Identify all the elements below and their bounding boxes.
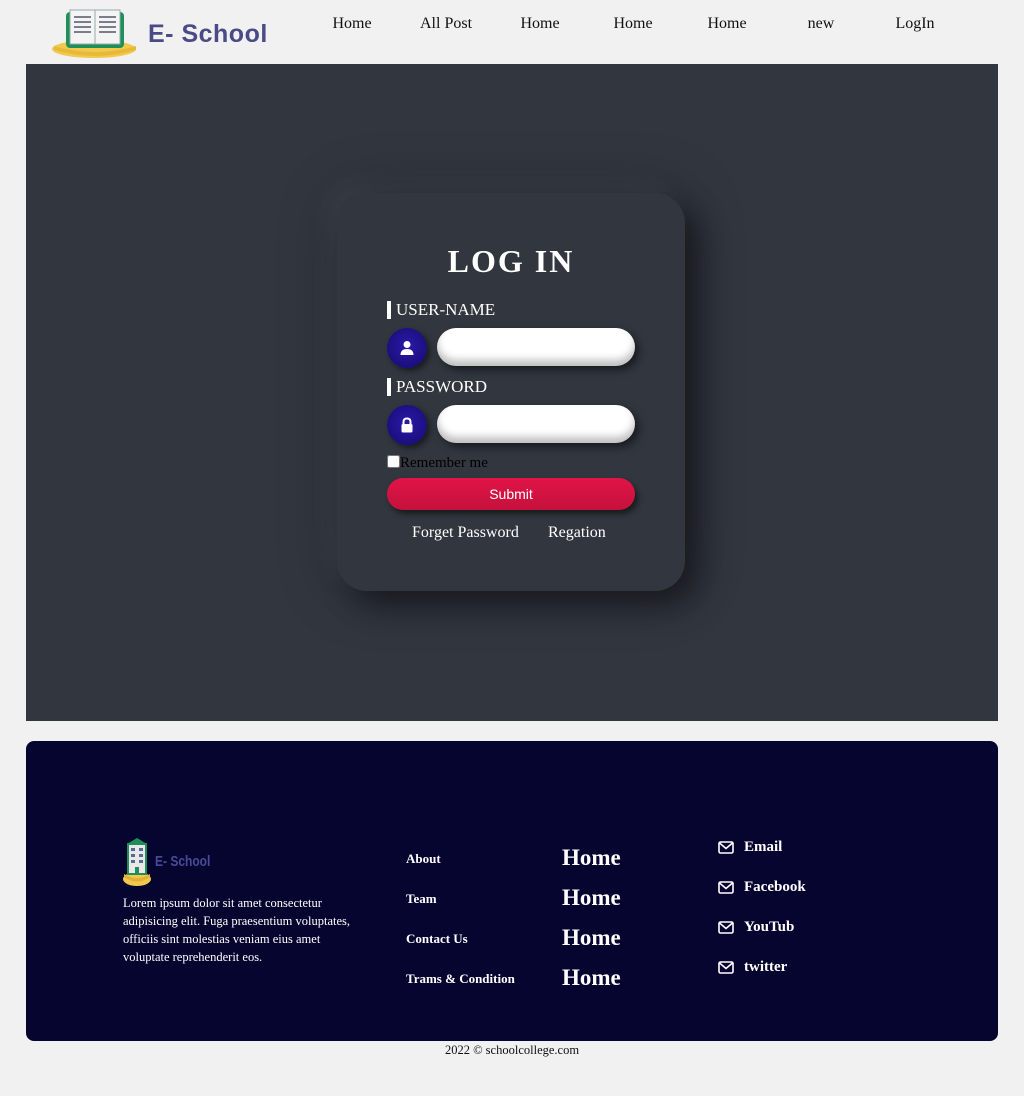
login-title: LOG IN — [447, 243, 575, 279]
username-icon-badge — [387, 328, 427, 368]
top-navigation: E- School Home All Post Home Home Home n… — [0, 0, 1024, 64]
nav-link-login[interactable]: LogIn — [895, 15, 934, 33]
nav-link-home[interactable]: Home — [332, 15, 371, 33]
registration-link[interactable]: Regation — [548, 524, 606, 542]
nav-link-home-4[interactable]: Home — [707, 15, 746, 33]
lock-icon — [401, 417, 413, 433]
user-icon — [400, 341, 414, 355]
hero-section: LOG IN USER-NAME PASSWORD Remember me Su… — [26, 64, 998, 721]
school-building-logo-icon — [123, 838, 151, 886]
envelope-icon — [718, 961, 734, 974]
nav-link-home-2[interactable]: Home — [520, 15, 559, 33]
envelope-icon — [718, 841, 734, 854]
contact-label-youtube: YouTub — [744, 919, 795, 935]
remember-me[interactable]: Remember me — [387, 455, 488, 472]
nav-link-home-3[interactable]: Home — [613, 15, 652, 33]
site-logo[interactable]: E- School — [50, 6, 300, 60]
login-card: LOG IN USER-NAME PASSWORD Remember me Su… — [337, 193, 685, 591]
contact-label-twitter: twitter — [744, 959, 788, 975]
logo-text: E- School — [148, 20, 268, 48]
password-input[interactable] — [437, 405, 635, 443]
footer-home-link-4[interactable]: Home — [562, 965, 621, 991]
footer-home-link-3[interactable]: Home — [562, 925, 621, 951]
envelope-icon — [718, 881, 734, 894]
footer-link-terms[interactable]: Trams & Condition — [406, 971, 515, 987]
contact-label-email: Email — [744, 839, 783, 855]
copyright: 2022 © schoolcollege.com — [444, 1043, 580, 1057]
envelope-icon — [718, 921, 734, 934]
username-label: USER-NAME — [387, 301, 495, 319]
password-label: PASSWORD — [387, 378, 487, 396]
footer-description: Lorem ipsum dolor sit amet consectetur a… — [123, 896, 351, 964]
contact-label-facebook: Facebook — [744, 879, 806, 895]
nav-link-new[interactable]: new — [808, 15, 835, 33]
footer-home-link-2[interactable]: Home — [562, 885, 621, 911]
footer-link-about[interactable]: About — [406, 851, 441, 867]
remember-checkbox[interactable] — [387, 455, 400, 468]
footer-home-link-1[interactable]: Home — [562, 845, 621, 871]
forget-password-link[interactable]: Forget Password — [412, 524, 519, 542]
book-logo-icon — [52, 9, 136, 58]
footer-link-team[interactable]: Team — [406, 891, 437, 907]
nav-links: Home All Post Home Home Home new LogIn — [305, 0, 975, 50]
footer-link-contact-us[interactable]: Contact Us — [406, 931, 468, 947]
password-icon-badge — [387, 405, 427, 445]
footer-logo-text: E- School — [155, 853, 211, 870]
remember-label: Remember me — [400, 455, 488, 471]
submit-button[interactable]: Submit — [387, 478, 635, 510]
username-input[interactable] — [437, 328, 635, 366]
nav-link-all-post[interactable]: All Post — [420, 15, 472, 33]
footer: E- School Lorem ipsum dolor sit amet con… — [26, 741, 998, 1041]
